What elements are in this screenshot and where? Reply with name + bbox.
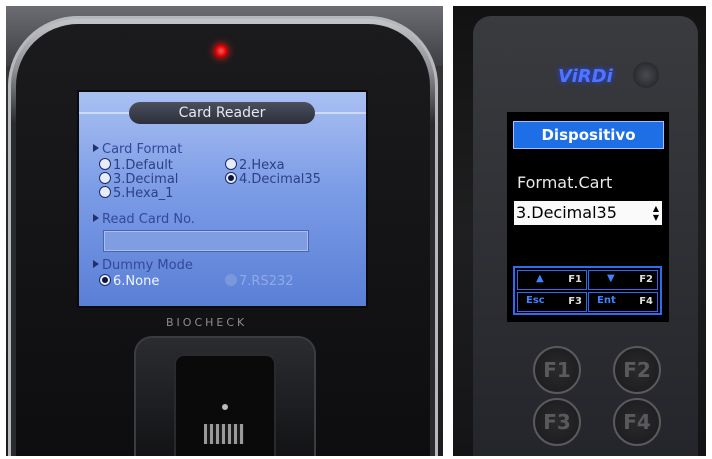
key-fn-label: F1 xyxy=(568,274,582,285)
camera-icon xyxy=(633,62,659,88)
option-none[interactable]: 6.None xyxy=(99,274,159,289)
down-arrow-icon: ▼ xyxy=(607,273,615,284)
key-ent[interactable]: Ent F4 xyxy=(588,292,658,312)
triangle-icon xyxy=(93,260,99,268)
radio-selected-icon[interactable] xyxy=(99,274,111,286)
virdi-screen: Dispositivo Format.Cart 3.Decimal35 ▲ ▼ ▲… xyxy=(507,112,669,322)
brand-logo: ViRDi xyxy=(558,66,613,87)
ent-label: Ent xyxy=(597,295,616,306)
setting-value: 3.Decimal35 xyxy=(516,203,617,222)
f2-button[interactable]: F2 xyxy=(613,346,661,394)
key-fn-label: F3 xyxy=(568,296,582,307)
key-fn-label: F4 xyxy=(639,296,653,307)
radio-icon[interactable] xyxy=(225,274,237,286)
f4-button[interactable]: F4 xyxy=(613,398,661,446)
radio-icon[interactable] xyxy=(99,186,111,198)
fingerprint-sensor xyxy=(134,336,316,456)
setting-label: Format.Cart xyxy=(517,173,613,192)
brand-label: BIOCHECK xyxy=(166,316,248,329)
setting-value-select[interactable]: 3.Decimal35 ▲ ▼ xyxy=(514,201,662,225)
option-hexa-1[interactable]: 5.Hexa_1 xyxy=(99,186,173,201)
radio-icon[interactable] xyxy=(99,158,111,170)
biocheck-device-photo: Card Reader Card Format 1.Default 2.Hexa… xyxy=(6,6,443,456)
esc-label: Esc xyxy=(526,295,545,306)
softkey-grid: ▲ F1 ▼ F2 Esc F3 Ent F4 xyxy=(513,266,662,315)
status-led-icon xyxy=(214,44,228,58)
card-number-field[interactable] xyxy=(103,230,309,252)
radio-icon[interactable] xyxy=(225,158,237,170)
key-fn-label: F2 xyxy=(639,274,653,285)
triangle-icon xyxy=(93,214,99,222)
sensor-window xyxy=(174,354,276,456)
option-rs232[interactable]: 7.RS232 xyxy=(225,274,294,289)
triangle-icon xyxy=(93,144,99,152)
screen-header: Dispositivo xyxy=(513,121,664,149)
card-format-heading: Card Format xyxy=(93,142,182,157)
up-arrow-icon: ▲ xyxy=(536,273,544,284)
dummy-mode-heading: Dummy Mode xyxy=(93,258,193,273)
spinner-arrows-icon[interactable]: ▲ ▼ xyxy=(653,204,659,222)
key-down[interactable]: ▼ F2 xyxy=(588,270,658,290)
f1-button[interactable]: F1 xyxy=(533,346,581,394)
sensor-grill-icon xyxy=(204,424,244,444)
option-decimal[interactable]: 3.Decimal xyxy=(99,172,178,187)
card-reader-screen: Card Reader Card Format 1.Default 2.Hexa… xyxy=(77,90,368,308)
screen-title: Card Reader xyxy=(129,102,315,124)
radio-icon[interactable] xyxy=(99,172,111,184)
option-decimal35[interactable]: 4.Decimal35 xyxy=(225,172,321,187)
key-up[interactable]: ▲ F1 xyxy=(517,270,587,290)
read-card-heading: Read Card No. xyxy=(93,212,195,227)
option-default[interactable]: 1.Default xyxy=(99,158,173,173)
f3-button[interactable]: F3 xyxy=(533,398,581,446)
key-esc[interactable]: Esc F3 xyxy=(517,292,587,312)
sensor-dot-icon xyxy=(222,404,228,410)
option-hexa[interactable]: 2.Hexa xyxy=(225,158,285,173)
radio-selected-icon[interactable] xyxy=(225,172,237,184)
virdi-device-photo: ViRDi Dispositivo Format.Cart 3.Decimal3… xyxy=(453,6,706,456)
